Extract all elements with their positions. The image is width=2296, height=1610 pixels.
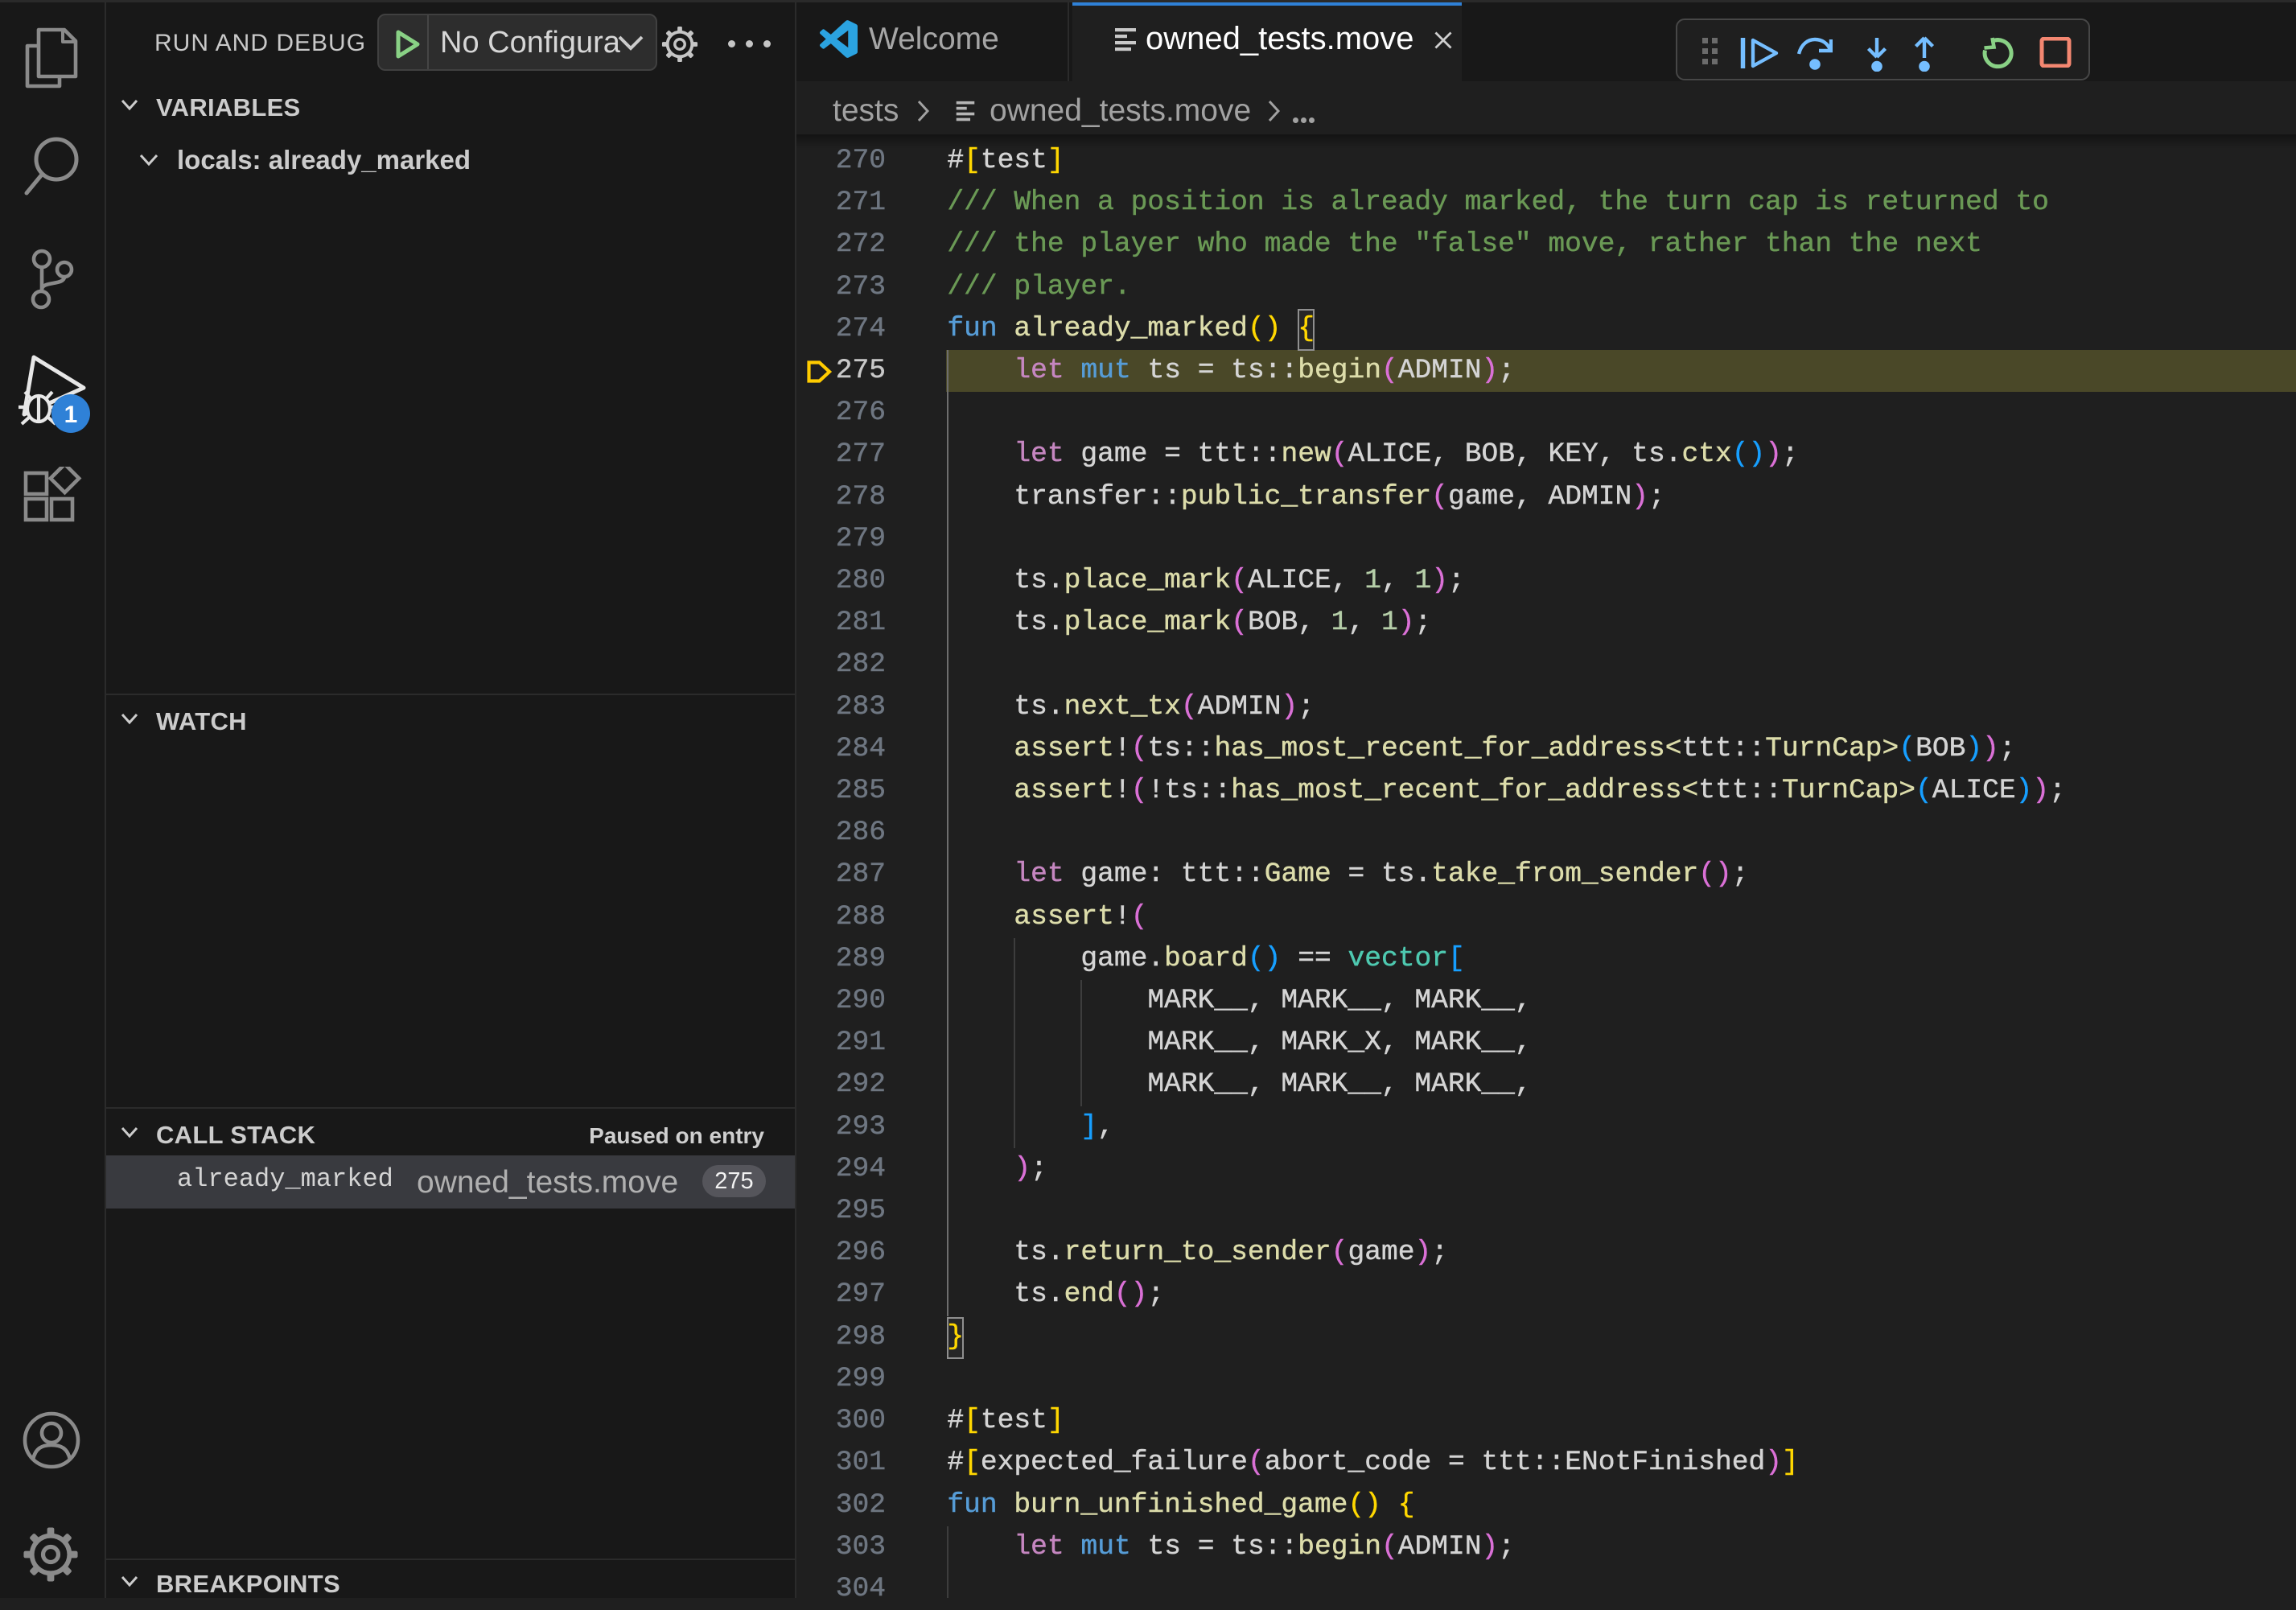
- svg-text:1: 1: [64, 401, 78, 428]
